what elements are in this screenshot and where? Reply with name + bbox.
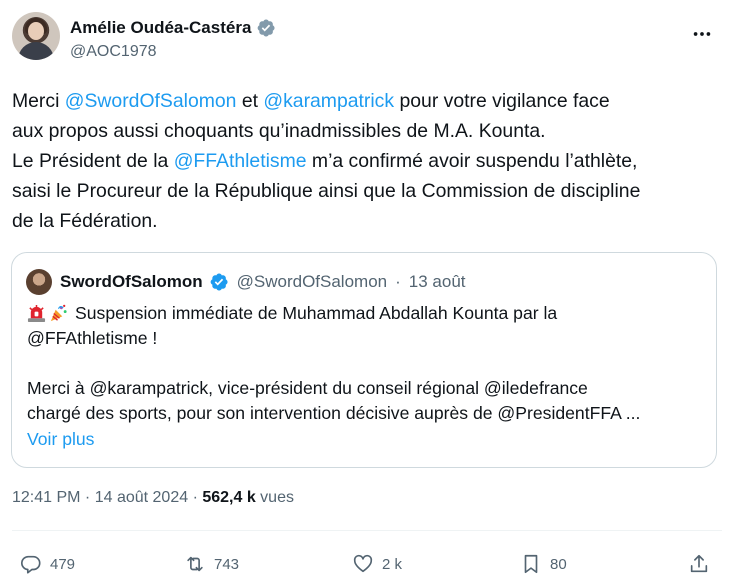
like-count: 2 k xyxy=(382,555,403,573)
action-bar: 479 743 2 k 80 xyxy=(12,548,724,580)
tweet-text: Merci @SwordOfSalomon et @karampatrick p… xyxy=(12,86,722,236)
quoted-line-blank xyxy=(27,351,707,376)
more-options-button[interactable] xyxy=(688,20,716,48)
share-icon xyxy=(690,554,708,573)
tweet-text-segment: et xyxy=(236,90,264,112)
quoted-line: chargé des sports, pour son intervention… xyxy=(27,401,707,426)
bookmark-button[interactable]: 80 xyxy=(520,548,567,580)
quoted-line-text: Suspension immédiate de Muhammad Abdalla… xyxy=(75,303,558,323)
author-name-row: Amélie Oudéa-Castéra xyxy=(70,18,276,38)
views-count: 562,4 k xyxy=(202,489,256,506)
tweet-date[interactable]: 14 août 2024 xyxy=(95,489,188,506)
mention-link[interactable]: @karampatrick xyxy=(263,90,394,112)
heart-icon xyxy=(353,554,373,573)
party-popper-emoji xyxy=(50,304,67,322)
repost-icon xyxy=(187,556,203,572)
bookmark-icon xyxy=(524,554,538,574)
mention-link[interactable]: @FFAthletisme xyxy=(174,150,307,172)
quoted-line: Suspension immédiate de Muhammad Abdalla… xyxy=(27,301,707,326)
meta-separator: · xyxy=(80,489,95,506)
quoted-author-name: SwordOfSalomon xyxy=(60,272,203,291)
share-button[interactable] xyxy=(688,548,710,580)
repost-count: 743 xyxy=(214,555,240,573)
bookmark-count: 80 xyxy=(550,555,567,573)
quoted-line-text: @FFAthletisme ! xyxy=(27,328,158,348)
rotating-light-emoji xyxy=(27,304,46,323)
verified-badge-icon xyxy=(210,273,228,291)
quoted-tweet-text: Suspension immédiate de Muhammad Abdalla… xyxy=(27,301,707,426)
quoted-line-text: Merci à @karampatrick, vice-président du… xyxy=(27,378,588,398)
reply-icon xyxy=(21,555,41,574)
author-handle[interactable]: @AOC1978 xyxy=(70,43,157,61)
quoted-author-handle: @SwordOfSalomon xyxy=(236,272,388,291)
author-name[interactable]: Amélie Oudéa-Castéra xyxy=(70,18,251,38)
quoted-line: Merci à @karampatrick, vice-président du… xyxy=(27,376,707,401)
meta-separator: · xyxy=(395,272,401,291)
more-dots-icon xyxy=(693,32,711,36)
quoted-tweet[interactable]: SwordOfSalomon @SwordOfSalomon · 13 août xyxy=(11,252,717,468)
reply-button[interactable]: 479 xyxy=(20,548,75,580)
like-button[interactable]: 2 k xyxy=(352,548,402,580)
tweet-meta: 12:41 PM · 14 août 2024 · 562,4 k vues xyxy=(12,489,294,507)
show-more-link[interactable]: Voir plus xyxy=(27,429,94,450)
reply-count: 479 xyxy=(50,555,76,573)
verified-badge-icon xyxy=(258,19,275,37)
quoted-line: @FFAthletisme ! xyxy=(27,326,707,351)
quoted-line-text: chargé des sports, pour son intervention… xyxy=(27,403,641,423)
author-avatar[interactable] xyxy=(12,12,60,60)
views-label: vues xyxy=(255,489,294,506)
repost-button[interactable]: 743 xyxy=(184,548,239,580)
quoted-author-avatar xyxy=(26,269,52,295)
tweet-text-segment: Merci xyxy=(12,90,65,112)
quoted-tweet-header: SwordOfSalomon @SwordOfSalomon · 13 août xyxy=(26,269,466,295)
tweet-time[interactable]: 12:41 PM xyxy=(12,489,80,506)
quoted-tweet-date: 13 août xyxy=(408,272,466,291)
mention-link[interactable]: @SwordOfSalomon xyxy=(65,90,237,112)
divider xyxy=(12,530,722,531)
meta-separator: · xyxy=(188,489,203,506)
avatar-body xyxy=(18,42,54,60)
avatar-face xyxy=(28,22,44,40)
